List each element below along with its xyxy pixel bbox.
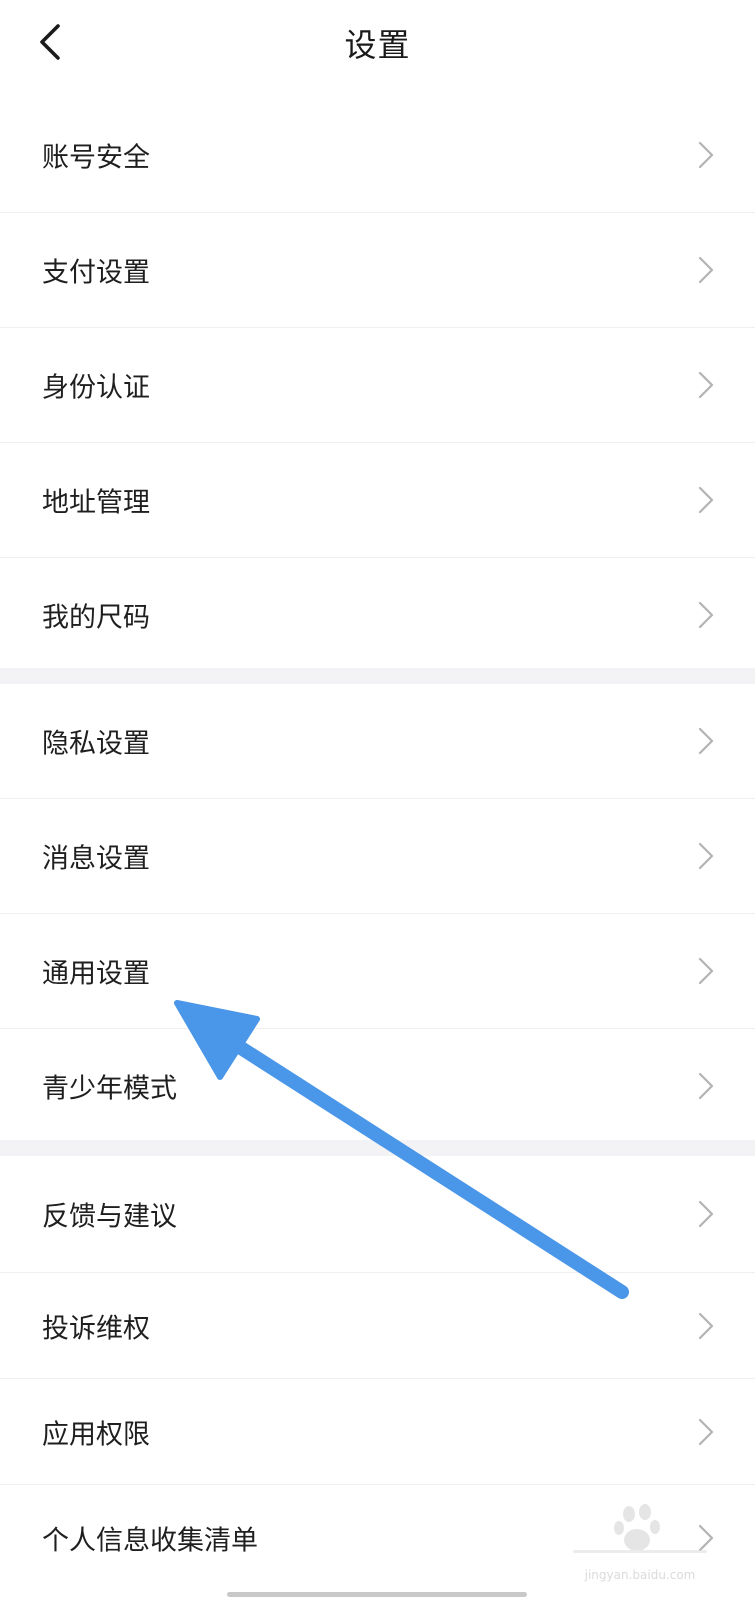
menu-item-general-settings[interactable]: 通用设置 xyxy=(0,914,755,1029)
chevron-right-icon xyxy=(698,1312,714,1339)
menu-item-label: 投诉维权 xyxy=(42,1313,150,1344)
settings-page: 设置 账号安全 支付设置 身份认证 地址管理 我的尺码 隐私设置 消息设置 通用… xyxy=(0,0,755,1600)
chevron-right-icon xyxy=(698,486,714,514)
chevron-right-icon xyxy=(698,371,714,399)
paw-watermark-icon xyxy=(573,1504,707,1553)
settings-group-preferences: 隐私设置 消息设置 通用设置 青少年模式 xyxy=(0,684,755,1143)
chevron-right-icon xyxy=(698,1200,714,1228)
menu-item-my-size[interactable]: 我的尺码 xyxy=(0,558,755,672)
menu-item-label: 账号安全 xyxy=(42,142,150,174)
menu-item-address-management[interactable]: 地址管理 xyxy=(0,443,755,558)
chevron-right-icon xyxy=(698,1072,714,1100)
chevron-right-icon xyxy=(698,957,714,985)
home-indicator[interactable] xyxy=(227,1592,527,1597)
menu-item-payment-settings[interactable]: 支付设置 xyxy=(0,213,755,328)
settings-group-account: 账号安全 支付设置 身份认证 地址管理 我的尺码 xyxy=(0,98,755,672)
menu-item-feedback[interactable]: 反馈与建议 xyxy=(0,1156,755,1273)
watermark: jingyan.baidu.com xyxy=(565,1500,715,1590)
page-title: 设置 xyxy=(344,26,411,64)
chevron-right-icon xyxy=(698,601,714,629)
menu-item-label: 反馈与建议 xyxy=(42,1201,177,1233)
chevron-right-icon xyxy=(698,727,714,755)
chevron-right-icon xyxy=(698,256,714,284)
chevron-right-icon xyxy=(698,141,714,169)
chevron-right-icon xyxy=(698,1418,714,1445)
menu-item-account-security[interactable]: 账号安全 xyxy=(0,98,755,213)
watermark-text: jingyan.baidu.com xyxy=(584,1568,696,1582)
menu-item-complaints[interactable]: 投诉维权 xyxy=(0,1273,755,1379)
menu-item-label: 青少年模式 xyxy=(42,1073,177,1105)
top-navigation-bar: 设置 xyxy=(0,0,755,90)
menu-item-label: 应用权限 xyxy=(42,1419,150,1450)
menu-item-label: 通用设置 xyxy=(42,958,150,990)
section-separator xyxy=(0,1140,755,1156)
menu-item-label: 地址管理 xyxy=(42,487,150,519)
menu-item-privacy-settings[interactable]: 隐私设置 xyxy=(0,684,755,799)
menu-item-label: 隐私设置 xyxy=(42,728,150,760)
menu-item-label: 身份认证 xyxy=(42,372,150,404)
section-separator xyxy=(0,668,755,684)
chevron-right-icon xyxy=(698,842,714,870)
menu-item-label: 消息设置 xyxy=(42,843,150,875)
menu-item-identity-verification[interactable]: 身份认证 xyxy=(0,328,755,443)
menu-item-label: 支付设置 xyxy=(42,257,150,289)
menu-item-message-settings[interactable]: 消息设置 xyxy=(0,799,755,914)
menu-item-label: 我的尺码 xyxy=(42,602,150,634)
menu-item-label: 个人信息收集清单 xyxy=(42,1525,258,1556)
menu-item-teen-mode[interactable]: 青少年模式 xyxy=(0,1029,755,1143)
menu-item-app-permissions[interactable]: 应用权限 xyxy=(0,1379,755,1485)
